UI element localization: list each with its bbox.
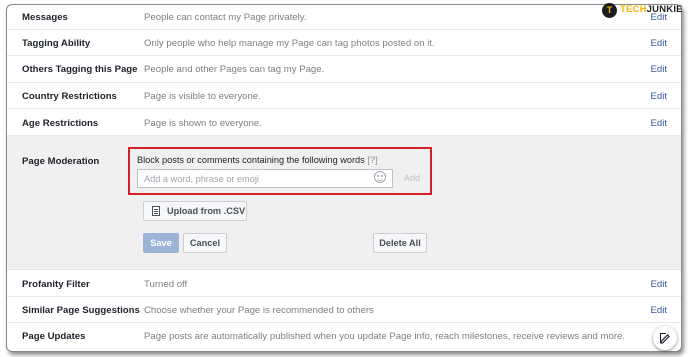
edit-link[interactable]: Edit bbox=[650, 279, 667, 290]
setting-label: Country Restrictions bbox=[22, 91, 117, 102]
setting-description: Page is visible to everyone. bbox=[144, 91, 261, 102]
edit-link[interactable]: Edit bbox=[650, 91, 667, 102]
techjunkie-badge-icon: T bbox=[602, 3, 617, 18]
setting-row-others-tagging[interactable]: Others Tagging this Page People and othe… bbox=[7, 56, 681, 83]
delete-all-button[interactable]: Delete All bbox=[373, 233, 427, 253]
highlight-box bbox=[128, 147, 432, 195]
edit-link[interactable]: Edit bbox=[650, 38, 667, 49]
setting-description: Page posts are automatically published w… bbox=[144, 331, 626, 342]
setting-label: Profanity Filter bbox=[22, 279, 90, 290]
setting-description: Turned off bbox=[144, 279, 188, 290]
edit-link[interactable]: Edit bbox=[650, 118, 667, 129]
setting-label: Page Moderation bbox=[22, 156, 100, 167]
setting-row-similar-page-suggestions[interactable]: Similar Page Suggestions Choose whether … bbox=[7, 297, 681, 323]
compose-icon bbox=[660, 333, 670, 344]
edit-link[interactable]: Edit bbox=[650, 64, 667, 75]
setting-description: Only people who help manage my Page can … bbox=[144, 38, 435, 49]
brand-name-part1: TECH bbox=[620, 4, 647, 15]
setting-row-profanity-filter[interactable]: Profanity Filter Turned off Edit bbox=[7, 270, 681, 297]
upload-csv-button[interactable]: Upload from .CSV bbox=[143, 201, 247, 221]
document-icon bbox=[152, 206, 160, 216]
setting-label: Messages bbox=[22, 12, 68, 23]
setting-row-messages[interactable]: Messages People can contact my Page priv… bbox=[7, 5, 681, 30]
brand-name-part2: JUNKIE bbox=[646, 4, 683, 15]
setting-label: Page Updates bbox=[22, 331, 86, 342]
setting-description: Page is shown to everyone. bbox=[144, 118, 262, 129]
setting-row-page-updates[interactable]: Page Updates Page posts are automaticall… bbox=[7, 323, 681, 351]
compose-button[interactable] bbox=[653, 326, 677, 350]
setting-label: Age Restrictions bbox=[22, 118, 99, 129]
setting-label: Tagging Ability bbox=[22, 38, 91, 49]
save-button[interactable]: Save bbox=[143, 233, 179, 253]
setting-row-age-restrictions[interactable]: Age Restrictions Page is shown to everyo… bbox=[7, 109, 681, 136]
edit-link[interactable]: Edit bbox=[650, 305, 667, 316]
setting-description: People can contact my Page privately. bbox=[144, 12, 307, 23]
setting-row-country-restrictions[interactable]: Country Restrictions Page is visible to … bbox=[7, 83, 681, 109]
setting-label: Others Tagging this Page bbox=[22, 64, 138, 75]
techjunkie-wordmark: TECHJUNKIE bbox=[620, 4, 683, 15]
setting-description: People and other Pages can tag my Page. bbox=[144, 64, 325, 75]
setting-label: Similar Page Suggestions bbox=[22, 305, 140, 316]
setting-row-tagging-ability[interactable]: Tagging Ability Only people who help man… bbox=[7, 30, 681, 56]
cancel-button[interactable]: Cancel bbox=[183, 233, 227, 253]
setting-description: Choose whether your Page is recommended … bbox=[144, 305, 374, 316]
upload-csv-label: Upload from .CSV bbox=[167, 206, 246, 216]
